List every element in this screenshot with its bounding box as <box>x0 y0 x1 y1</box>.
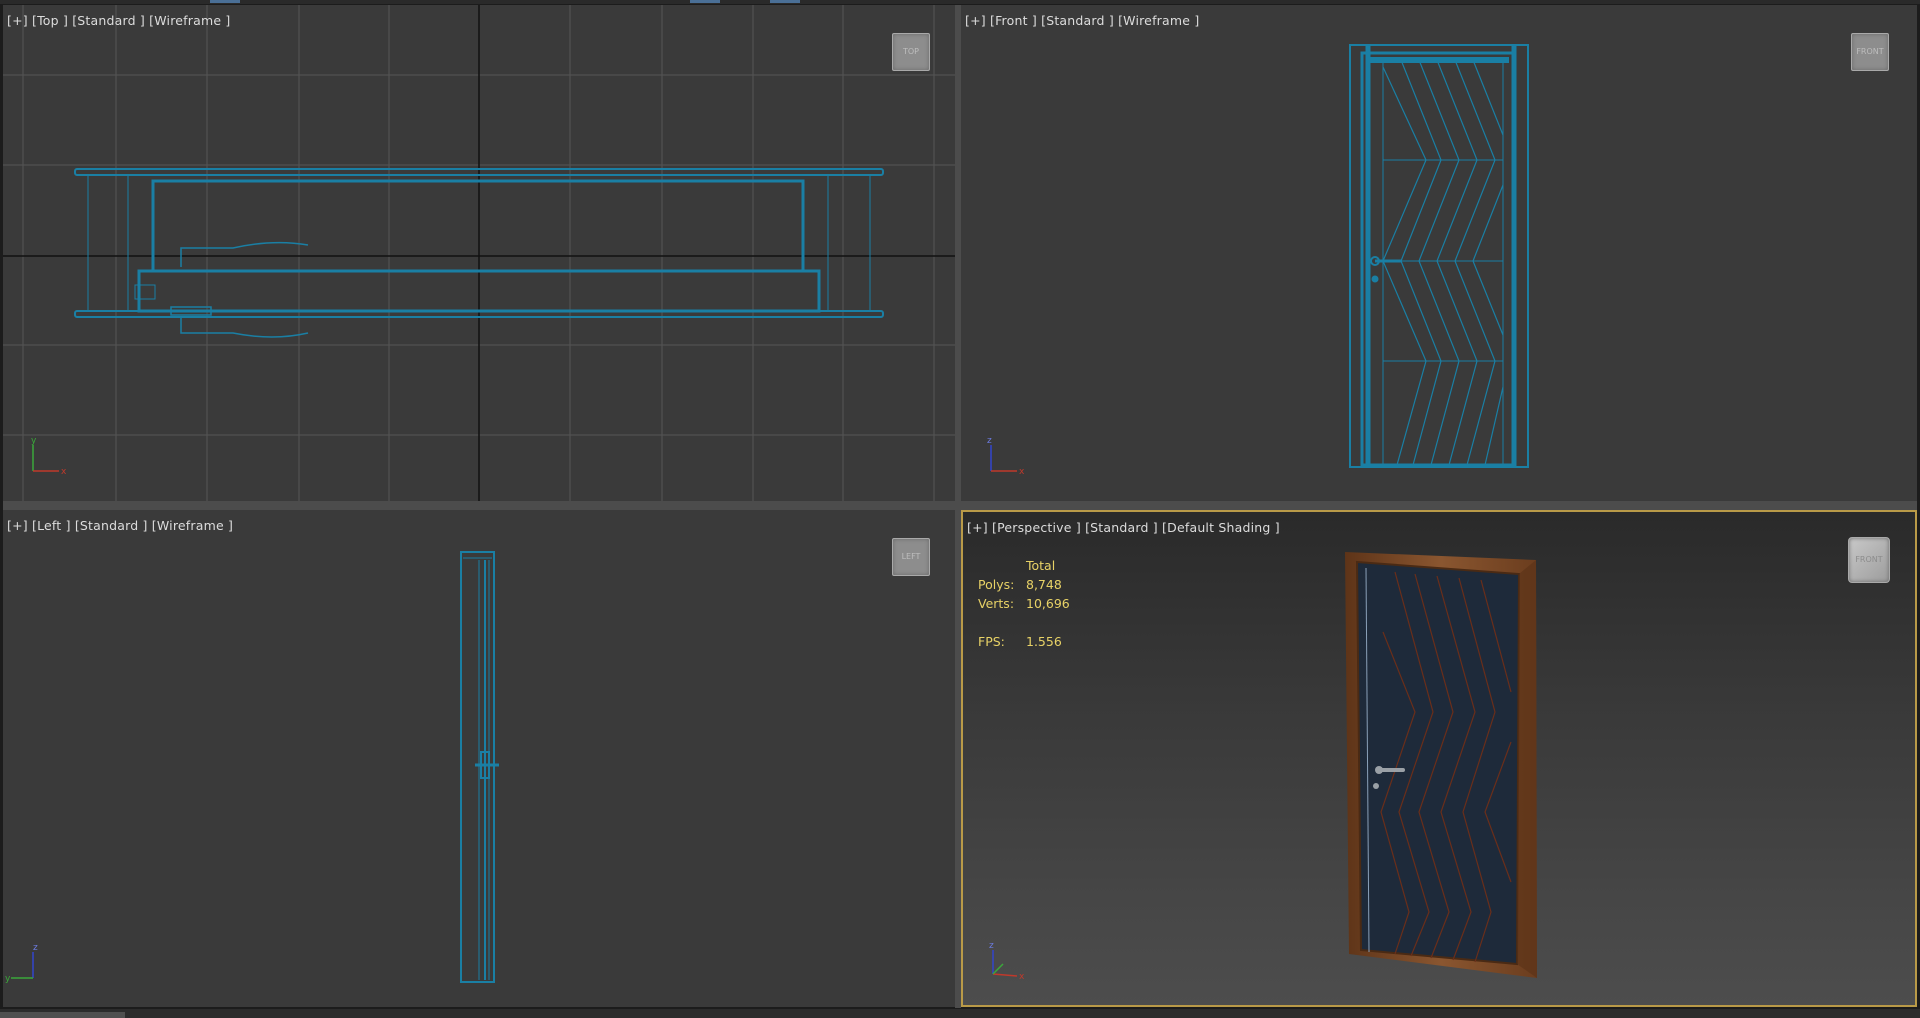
viewport-splitter-horizontal[interactable] <box>3 501 1917 510</box>
bottom-timeline-bar[interactable] <box>0 1009 1920 1018</box>
axis-x-label: x <box>61 467 67 477</box>
axis-y-label: y <box>31 436 37 446</box>
toolbar-strip <box>0 0 1920 4</box>
viewcube-left[interactable]: LEFT <box>892 538 930 576</box>
door-panel <box>1355 560 1521 966</box>
axis-gizmo-perspective: z x <box>989 941 1025 982</box>
top-view-scene <box>3 5 955 501</box>
axis-z-label: z <box>989 941 994 951</box>
axis-z-label: z <box>33 943 38 953</box>
viewport-front[interactable]: [+] [Front ] [Standard ] [Wireframe ] FR… <box>961 5 1917 501</box>
viewport-top[interactable]: [+] [Top ] [Standard ] [Wireframe ] TOP … <box>3 5 955 501</box>
perspective-view-scene <box>1345 552 1537 978</box>
axis-x-label: x <box>1019 972 1025 982</box>
left-view-scene <box>460 551 499 983</box>
axis-x-label: x <box>1019 467 1025 477</box>
front-view-scene <box>1349 44 1529 468</box>
axis-y-label: y <box>5 974 11 984</box>
axis-gizmo-top: y x <box>31 436 67 477</box>
axis-gizmo-front: z x <box>987 436 1025 477</box>
viewcube-front[interactable]: FRONT <box>1851 33 1889 71</box>
viewport-perspective[interactable]: [+] [Perspective ] [Standard ] [Default … <box>961 510 1917 1007</box>
viewport-left[interactable]: [+] [Left ] [Standard ] [Wireframe ] LEF… <box>3 510 955 1007</box>
viewcube-perspective[interactable]: FRONT <box>1848 537 1890 583</box>
axis-z-label: z <box>987 436 992 446</box>
axis-gizmo-left: z y <box>5 943 38 984</box>
viewcube-top[interactable]: TOP <box>892 33 930 71</box>
